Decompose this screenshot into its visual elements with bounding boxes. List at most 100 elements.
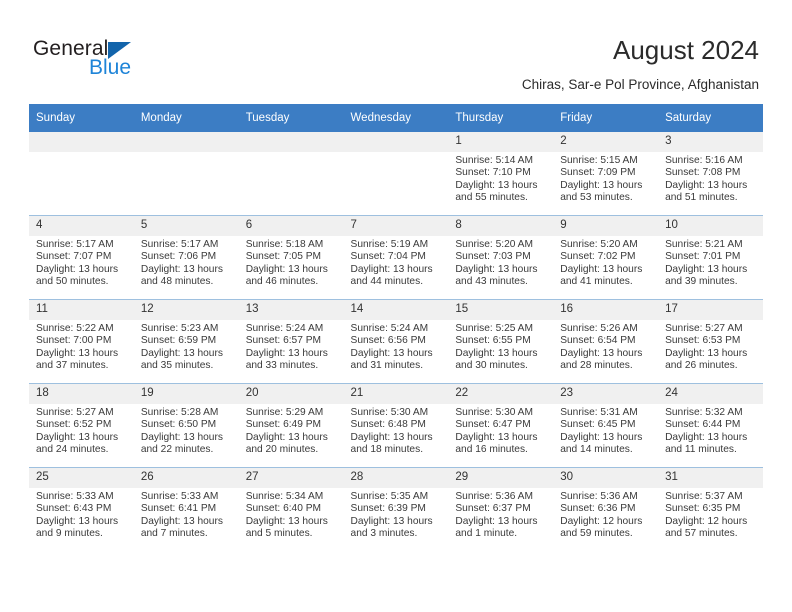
- day-details: Sunrise: 5:14 AM Sunset: 7:10 PM Daylight:…: [448, 152, 553, 205]
- daylight-text-line1: Daylight: 13 hours: [350, 515, 433, 527]
- sunset-text: Sunset: 6:57 PM: [245, 335, 322, 347]
- calendar-day-cell[interactable]: 30 Sunrise: 5:36 AM Sunset: 6:36 PM Dayligh…: [553, 467, 659, 551]
- calendar-day-cell[interactable]: 24 Sunrise: 5:32 AM Sunset: 6:44 PM Dayligh…: [658, 383, 763, 468]
- day-number: 29: [448, 468, 554, 488]
- calendar-day-cell[interactable]: 19 Sunrise: 5:28 AM Sunset: 6:50 PM Dayligh…: [133, 383, 239, 468]
- sunset-text: Sunset: 6:52 PM: [36, 419, 112, 431]
- page-header: General Blue August 2024 Chiras, Sar-e P…: [0, 0, 792, 100]
- daylight-text-line1: Daylight: 13 hours: [36, 263, 119, 275]
- calendar-week-row: 25 Sunrise: 5:33 AM Sunset: 6:43 PM Dayligh…: [29, 467, 763, 551]
- sunset-text: Sunset: 6:56 PM: [350, 335, 426, 347]
- daylight-text-line1: Daylight: 13 hours: [350, 347, 433, 359]
- daylight-text-line1: Daylight: 13 hours: [455, 431, 538, 443]
- calendar-day-cell[interactable]: 15 Sunrise: 5:25 AM Sunset: 6:55 PM Dayligh…: [448, 299, 554, 384]
- day-details: Sunrise: 5:26 AM Sunset: 6:54 PM Daylight:…: [553, 320, 658, 373]
- sunrise-text: Sunrise: 5:24 AM: [245, 323, 324, 334]
- daylight-text-line1: Daylight: 13 hours: [560, 431, 643, 443]
- daylight-text-line2: and 14 minutes.: [560, 444, 633, 456]
- general-blue-logo[interactable]: General Blue: [33, 38, 243, 88]
- calendar-day-cell[interactable]: 14 Sunrise: 5:24 AM Sunset: 6:56 PM Dayligh…: [343, 299, 449, 384]
- day-details: Sunrise: 5:29 AM Sunset: 6:49 PM Daylight:…: [239, 404, 344, 457]
- calendar-day-cell[interactable]: 13 Sunrise: 5:24 AM Sunset: 6:57 PM Dayligh…: [238, 299, 344, 384]
- sunset-text: Sunset: 6:43 PM: [36, 503, 112, 515]
- calendar-day-cell[interactable]: 4 Sunrise: 5:17 AM Sunset: 7:07 PM Daylight…: [29, 215, 134, 300]
- sunset-text: Sunset: 7:08 PM: [665, 167, 741, 179]
- day-number: 25: [29, 468, 134, 488]
- day-number: [238, 132, 344, 152]
- sunrise-text: Sunrise: 5:23 AM: [140, 323, 219, 334]
- day-number: 24: [658, 384, 763, 404]
- calendar-day-cell[interactable]: 12 Sunrise: 5:23 AM Sunset: 6:59 PM Dayligh…: [133, 299, 239, 384]
- calendar-day-cell[interactable]: 9 Sunrise: 5:20 AM Sunset: 7:02 PM Daylight…: [553, 215, 659, 300]
- calendar-day-cell[interactable]: 21 Sunrise: 5:30 AM Sunset: 6:48 PM Dayligh…: [343, 383, 449, 468]
- day-details: Sunrise: 5:24 AM Sunset: 6:57 PM Daylight:…: [239, 320, 344, 373]
- page-title: August 2024: [612, 35, 759, 65]
- day-number: 10: [658, 216, 763, 236]
- daylight-text-line1: Daylight: 13 hours: [140, 263, 223, 275]
- calendar-day-cell[interactable]: 11 Sunrise: 5:22 AM Sunset: 7:00 PM Dayligh…: [29, 299, 134, 384]
- daylight-text-line1: Daylight: 13 hours: [350, 431, 433, 443]
- sunrise-text: Sunrise: 5:32 AM: [665, 407, 743, 418]
- day-details: Sunrise: 5:17 AM Sunset: 7:07 PM Daylight:…: [29, 236, 134, 289]
- daylight-text-line2: and 33 minutes.: [245, 360, 319, 372]
- calendar-day-cell[interactable]: 16 Sunrise: 5:26 AM Sunset: 6:54 PM Dayligh…: [553, 299, 659, 384]
- day-number: 18: [29, 384, 134, 404]
- calendar-day-cell[interactable]: 20 Sunrise: 5:29 AM Sunset: 6:49 PM Dayligh…: [238, 383, 344, 468]
- daylight-text-line1: Daylight: 13 hours: [245, 431, 328, 443]
- sunrise-text: Sunrise: 5:30 AM: [455, 407, 533, 418]
- calendar-day-cell[interactable]: 25 Sunrise: 5:33 AM Sunset: 6:43 PM Dayligh…: [29, 467, 134, 551]
- calendar-day-cell[interactable]: 7 Sunrise: 5:19 AM Sunset: 7:04 PM Daylight…: [343, 215, 449, 300]
- daylight-text-line1: Daylight: 13 hours: [36, 515, 119, 527]
- calendar-day-cell[interactable]: 2 Sunrise: 5:15 AM Sunset: 7:09 PM Daylight…: [553, 132, 659, 216]
- day-number: 16: [553, 300, 659, 320]
- weekday-header-tuesday: Tuesday: [238, 104, 344, 132]
- day-details: Sunrise: 5:15 AM Sunset: 7:09 PM Daylight:…: [553, 152, 658, 205]
- calendar-day-cell-empty: [343, 132, 449, 216]
- day-number: 26: [133, 468, 239, 488]
- calendar-day-cell[interactable]: 18 Sunrise: 5:27 AM Sunset: 6:52 PM Dayligh…: [29, 383, 134, 468]
- calendar-day-cell[interactable]: 1 Sunrise: 5:14 AM Sunset: 7:10 PM Daylight…: [448, 132, 554, 216]
- calendar-day-cell[interactable]: 17 Sunrise: 5:27 AM Sunset: 6:53 PM Dayligh…: [658, 299, 763, 384]
- sunset-text: Sunset: 7:03 PM: [455, 251, 531, 263]
- daylight-text-line2: and 50 minutes.: [36, 276, 109, 288]
- day-number: 31: [658, 468, 763, 488]
- calendar-day-cell[interactable]: 29 Sunrise: 5:36 AM Sunset: 6:37 PM Dayligh…: [448, 467, 554, 551]
- calendar-day-cell[interactable]: 27 Sunrise: 5:34 AM Sunset: 6:40 PM Dayligh…: [238, 467, 344, 551]
- daylight-text-line2: and 59 minutes.: [560, 528, 633, 540]
- calendar-day-cell[interactable]: 10 Sunrise: 5:21 AM Sunset: 7:01 PM Dayligh…: [658, 215, 763, 300]
- day-number: 12: [133, 300, 239, 320]
- daylight-text-line1: Daylight: 13 hours: [665, 431, 748, 443]
- calendar-day-cell[interactable]: 23 Sunrise: 5:31 AM Sunset: 6:45 PM Dayligh…: [553, 383, 659, 468]
- sunset-text: Sunset: 6:47 PM: [455, 419, 531, 431]
- sunrise-text: Sunrise: 5:27 AM: [665, 323, 743, 334]
- day-details: Sunrise: 5:20 AM Sunset: 7:03 PM Daylight:…: [448, 236, 553, 289]
- calendar-day-cell[interactable]: 6 Sunrise: 5:18 AM Sunset: 7:05 PM Daylight…: [238, 215, 344, 300]
- daylight-text-line2: and 44 minutes.: [350, 276, 424, 288]
- calendar-week-row: 18 Sunrise: 5:27 AM Sunset: 6:52 PM Dayligh…: [29, 383, 763, 468]
- day-details: Sunrise: 5:16 AM Sunset: 7:08 PM Daylight:…: [658, 152, 763, 205]
- calendar-day-cell[interactable]: 5 Sunrise: 5:17 AM Sunset: 7:06 PM Daylight…: [133, 215, 239, 300]
- calendar-day-cell[interactable]: 31 Sunrise: 5:37 AM Sunset: 6:35 PM Dayligh…: [658, 467, 763, 551]
- day-details: Sunrise: 5:27 AM Sunset: 6:53 PM Daylight:…: [658, 320, 763, 373]
- daylight-text-line1: Daylight: 13 hours: [140, 431, 223, 443]
- day-number: 7: [343, 216, 449, 236]
- calendar-day-cell[interactable]: 3 Sunrise: 5:16 AM Sunset: 7:08 PM Daylight…: [658, 132, 763, 216]
- sunrise-text: Sunrise: 5:37 AM: [665, 491, 743, 502]
- calendar-day-cell[interactable]: 22 Sunrise: 5:30 AM Sunset: 6:47 PM Dayligh…: [448, 383, 554, 468]
- calendar-day-cell[interactable]: 28 Sunrise: 5:35 AM Sunset: 6:39 PM Dayligh…: [343, 467, 449, 551]
- day-details: Sunrise: 5:36 AM Sunset: 6:36 PM Daylight:…: [553, 488, 658, 541]
- daylight-text-line1: Daylight: 13 hours: [665, 263, 748, 275]
- day-number: 28: [343, 468, 449, 488]
- daylight-text-line2: and 57 minutes.: [665, 528, 738, 540]
- sunrise-text: Sunrise: 5:14 AM: [455, 155, 533, 166]
- sunset-text: Sunset: 6:59 PM: [140, 335, 217, 347]
- day-number: [343, 132, 449, 152]
- daylight-text-line1: Daylight: 12 hours: [665, 515, 748, 527]
- sunrise-text: Sunrise: 5:36 AM: [455, 491, 533, 502]
- day-details: Sunrise: 5:21 AM Sunset: 7:01 PM Daylight:…: [658, 236, 763, 289]
- calendar-day-cell-empty: [133, 132, 239, 216]
- day-number: 14: [343, 300, 449, 320]
- calendar-day-cell[interactable]: 8 Sunrise: 5:20 AM Sunset: 7:03 PM Daylight…: [448, 215, 554, 300]
- sunrise-text: Sunrise: 5:25 AM: [455, 323, 533, 334]
- calendar-day-cell[interactable]: 26 Sunrise: 5:33 AM Sunset: 6:41 PM Dayligh…: [133, 467, 239, 551]
